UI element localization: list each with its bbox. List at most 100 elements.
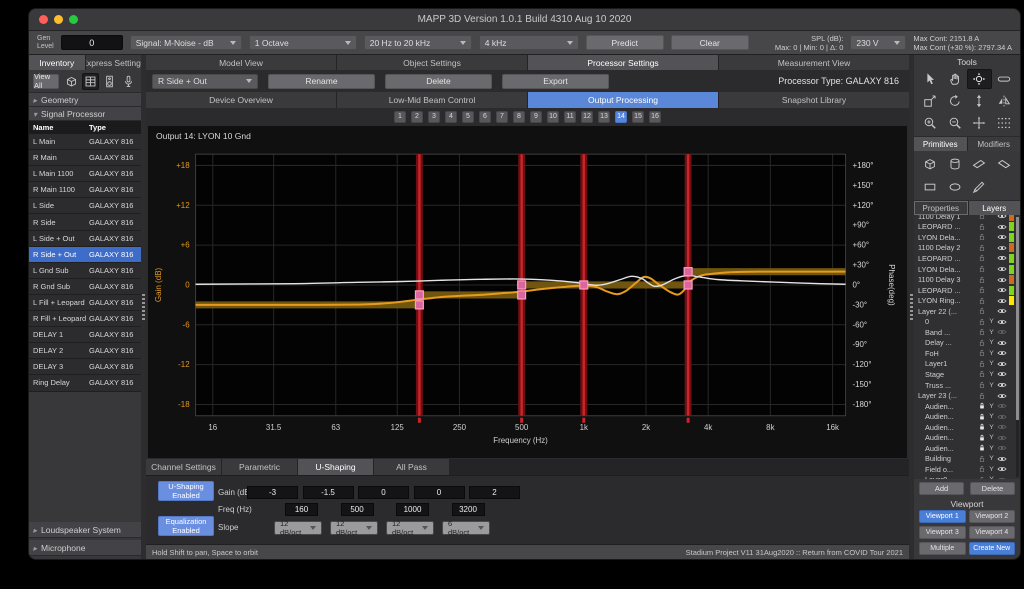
output-button-13[interactable]: 13 (598, 111, 610, 123)
octave-dropdown[interactable]: 1 Octave (249, 35, 357, 50)
mirror-tool-button[interactable] (992, 91, 1017, 111)
table-row-r-side[interactable]: R SideGALAXY 816 (29, 214, 141, 230)
table-row-l-side-out[interactable]: L Side + OutGALAXY 816 (29, 231, 141, 247)
layer-row-audien[interactable]: Audien...Y (914, 401, 1015, 412)
eye-icon[interactable] (996, 317, 1008, 327)
layer-row-lyon-dela[interactable]: LYON Dela... (914, 232, 1015, 243)
section-microphone[interactable]: Microphone (29, 540, 141, 556)
lock-open-icon[interactable] (977, 233, 987, 241)
table-row-r-fill-leopard[interactable]: R Fill + LeopardGALAXY 816 (29, 311, 141, 327)
channel-dropdown[interactable]: R Side + Out (152, 74, 258, 89)
lock-open-icon[interactable] (977, 349, 987, 357)
lock-open-icon[interactable] (977, 339, 987, 347)
lock-open-icon[interactable] (977, 223, 987, 231)
lock-open-icon[interactable] (977, 328, 987, 336)
table-row-l-main-1100[interactable]: L Main 1100GALAXY 816 (29, 166, 141, 182)
delete-button[interactable]: Delete (385, 74, 492, 89)
scale-tool-button[interactable] (918, 91, 943, 111)
equalization-enabled-toggle[interactable]: Equalization Enabled (158, 516, 214, 536)
gain-input-3[interactable]: 0 (358, 486, 409, 499)
eye-icon[interactable] (996, 232, 1008, 242)
tab-express-settings[interactable]: Express Settings (86, 55, 142, 70)
tab-primitives[interactable]: Primitives (914, 137, 967, 151)
slope-dropdown-3[interactable]: 12 dB/oct (386, 521, 434, 535)
eye-icon[interactable] (996, 380, 1008, 390)
eye-icon[interactable] (996, 327, 1008, 337)
output-button-2[interactable]: 2 (411, 111, 423, 123)
output-button-3[interactable]: 3 (428, 111, 440, 123)
slope-dropdown-2[interactable]: 12 dB/oct (330, 521, 378, 535)
lock-open-icon[interactable] (977, 307, 987, 315)
gain-input-2[interactable]: -1.5 (303, 486, 354, 499)
tab-measurement-view[interactable]: Measurement View (719, 55, 909, 70)
table-row-ring-delay[interactable]: Ring DelayGALAXY 816 (29, 375, 141, 391)
gain-input-1[interactable]: -3 (247, 486, 298, 499)
frequency-range-dropdown[interactable]: 20 Hz to 20 kHz (364, 35, 472, 50)
tab-object-settings[interactable]: Object Settings (337, 55, 527, 70)
layer-row-layer1[interactable]: Layer1Y (914, 359, 1015, 370)
output-button-10[interactable]: 10 (547, 111, 559, 123)
add-layer-button[interactable]: Add (919, 482, 964, 495)
layer-row-band[interactable]: Band ...Y (914, 327, 1015, 338)
pencil-primitive-button[interactable] (967, 177, 992, 197)
ellipse-primitive-button[interactable] (943, 177, 968, 197)
table-row-r-gnd-sub[interactable]: R Gnd SubGALAXY 816 (29, 279, 141, 295)
lock-open-icon[interactable] (977, 286, 987, 294)
lock-open-icon[interactable] (977, 465, 987, 473)
lock-open-icon[interactable] (977, 215, 987, 220)
ushaping-enabled-toggle[interactable]: U-Shaping Enabled (158, 481, 214, 501)
layer-row-lyon-dela[interactable]: LYON Dela... (914, 264, 1015, 275)
table-row-delay-2[interactable]: DELAY 2GALAXY 816 (29, 343, 141, 359)
predict-button[interactable]: Predict (586, 35, 664, 50)
layer-row-1100-delay-2[interactable]: 1100 Delay 2 (914, 243, 1015, 254)
eq-handle[interactable] (580, 281, 588, 289)
layer-row-audien[interactable]: Audien...Y (914, 432, 1015, 443)
layer-row-truss[interactable]: Truss ...Y (914, 380, 1015, 391)
layer-row-foh[interactable]: FoHY (914, 348, 1015, 359)
layer-row-stage[interactable]: StageY (914, 369, 1015, 380)
wedge-right-primitive-button[interactable] (992, 154, 1017, 174)
eye-icon[interactable] (996, 338, 1008, 348)
table-row-l-gnd-sub[interactable]: L Gnd SubGALAXY 816 (29, 263, 141, 279)
lock-closed-icon[interactable] (977, 423, 987, 431)
tab-all-pass[interactable]: All Pass (374, 459, 449, 475)
viewport-button-1[interactable]: Viewport 1 (919, 510, 966, 523)
eye-icon[interactable] (996, 243, 1008, 253)
eq-handle[interactable] (415, 291, 423, 299)
lock-closed-icon[interactable] (977, 444, 987, 452)
output-button-15[interactable]: 15 (632, 111, 644, 123)
eye-icon[interactable] (996, 433, 1008, 443)
table-row-r-side-out[interactable]: R Side + OutGALAXY 816 (29, 247, 141, 263)
tab-low-mid-beam-control[interactable]: Low-Mid Beam Control (337, 92, 527, 108)
frequency-dropdown[interactable]: 4 kHz (479, 35, 579, 50)
tab-inventory[interactable]: Inventory (29, 55, 85, 70)
eq-handle[interactable] (415, 301, 423, 309)
lock-closed-icon[interactable] (977, 413, 987, 421)
eq-handle[interactable] (684, 281, 692, 289)
viewport-button-2[interactable]: Viewport 2 (969, 510, 1016, 523)
table-row-l-side[interactable]: L SideGALAXY 816 (29, 198, 141, 214)
output-button-12[interactable]: 12 (581, 111, 593, 123)
slope-dropdown-1[interactable]: 12 dB/oct (274, 521, 322, 535)
layer-row-audien[interactable]: Audien...Y (914, 443, 1015, 454)
layer-row-audien[interactable]: Audien...Y (914, 422, 1015, 433)
tab-layers[interactable]: Layers (969, 201, 1021, 215)
output-button-5[interactable]: 5 (462, 111, 474, 123)
eq-handle[interactable] (684, 268, 692, 276)
lock-open-icon[interactable] (977, 360, 987, 368)
table-row-delay-1[interactable]: DELAY 1GALAXY 816 (29, 327, 141, 343)
eye-icon[interactable] (996, 359, 1008, 369)
eq-handle[interactable] (518, 291, 526, 299)
freq-input-3[interactable]: 1000 (396, 503, 429, 516)
layer-row-leopard[interactable]: LEOPARD ... (914, 222, 1015, 233)
pan-hand-tool-button[interactable] (943, 69, 968, 89)
delete-layer-button[interactable]: Delete (970, 482, 1015, 495)
gain-input-5[interactable]: 2 (469, 486, 520, 499)
cylinder-primitive-button[interactable] (943, 154, 968, 174)
table-row-r-main[interactable]: R MainGALAXY 816 (29, 150, 141, 166)
layer-row-audien[interactable]: Audien...Y (914, 411, 1015, 422)
table-row-l-main[interactable]: L MainGALAXY 816 (29, 134, 141, 150)
section-signal-processor[interactable]: Signal Processor (29, 107, 141, 121)
tab-u-shaping[interactable]: U-Shaping (298, 459, 373, 475)
viewport-button-3[interactable]: Viewport 3 (919, 526, 966, 539)
